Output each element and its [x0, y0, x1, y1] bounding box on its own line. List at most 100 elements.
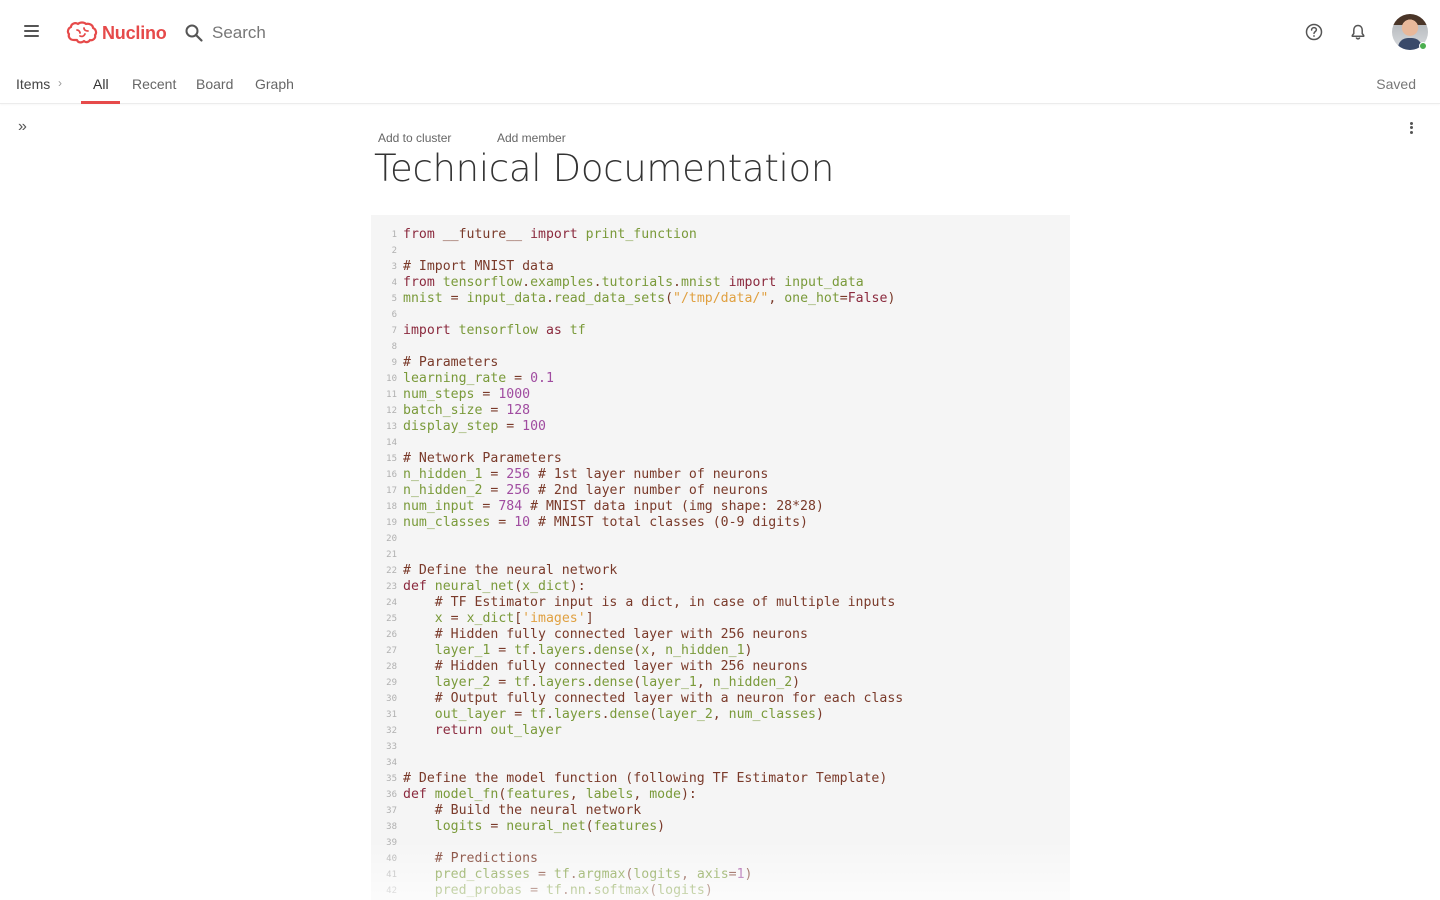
- code-token: # Define the neural network: [403, 563, 618, 578]
- bell-icon[interactable]: [1348, 22, 1368, 42]
- line-number: 41: [386, 870, 397, 880]
- menu-icon[interactable]: [22, 22, 42, 42]
- code-token: layers: [538, 675, 586, 690]
- nuclino-logo[interactable]: Nuclino: [66, 18, 167, 48]
- code-token: layer_2: [657, 707, 713, 722]
- line-number: 26: [386, 630, 397, 640]
- add-member-button[interactable]: Add member: [497, 131, 566, 145]
- line-number: 12: [386, 406, 397, 416]
- code-token: read_data_sets: [553, 291, 666, 306]
- code-token: import: [403, 323, 451, 338]
- line-number: 7: [391, 326, 397, 336]
- code-line: 10 learning_rate = 0.1: [371, 371, 1070, 387]
- code-line: 35 # Define the model function (following…: [371, 771, 1070, 787]
- code-token: num_classes: [403, 515, 491, 530]
- code-token: def: [403, 787, 427, 802]
- code-token: ): [657, 819, 666, 834]
- code-token: tf: [514, 675, 531, 690]
- line-number: 5: [391, 294, 397, 304]
- code-block[interactable]: 1 from __future__ import print_function 2 3…: [371, 215, 1070, 900]
- code-token: import: [530, 227, 578, 242]
- expand-sidebar-icon[interactable]: »: [18, 118, 36, 136]
- code-line: 17 n_hidden_2 = 256 # 2nd layer number of…: [371, 483, 1070, 499]
- code-token: =: [538, 867, 546, 882]
- search-bar[interactable]: [184, 20, 472, 46]
- code-line: 13 display_step = 100: [371, 419, 1070, 435]
- breadcrumb-items[interactable]: Items: [16, 76, 50, 92]
- code-token: # Output fully connected layer with a ne…: [434, 691, 904, 706]
- code-token: 1: [736, 867, 745, 882]
- code-token: ]: [585, 611, 594, 626]
- code-line: 37 # Build the neural network: [371, 803, 1070, 819]
- code-token: ,: [633, 787, 650, 802]
- add-to-cluster-button[interactable]: Add to cluster: [378, 131, 451, 145]
- code-token: .: [585, 643, 594, 658]
- code-token: model_fn: [434, 787, 499, 802]
- more-options-icon[interactable]: [1404, 120, 1418, 136]
- code-token: ): [792, 675, 801, 690]
- code-token: print_function: [585, 227, 697, 242]
- code-token: 256: [506, 467, 531, 482]
- code-line: 12 batch_size = 128: [371, 403, 1070, 419]
- code-token: from: [403, 275, 435, 290]
- code-token: # Define the model function (following T…: [403, 771, 888, 786]
- code-token: ):: [569, 579, 586, 594]
- code-line: 22 # Define the neural network: [371, 563, 1070, 579]
- code-line: 29 layer_2 = tf.layers.dense(layer_1, n_…: [371, 675, 1070, 691]
- code-token: ): [887, 291, 896, 306]
- tab-board[interactable]: Board: [196, 76, 233, 92]
- help-circle-icon[interactable]: [1304, 22, 1324, 42]
- code-token: neural_net: [434, 579, 515, 594]
- code-token: (: [514, 579, 523, 594]
- line-number: 34: [386, 758, 397, 768]
- code-token: mnist: [403, 291, 443, 306]
- code-token: examples: [530, 275, 594, 290]
- code-line: 28 # Hidden fully connected layer with 2…: [371, 659, 1070, 675]
- code-token: # Predictions: [434, 851, 538, 866]
- code-token: n_hidden_2: [403, 483, 483, 498]
- code-token: .: [561, 883, 570, 898]
- code-token: def: [403, 579, 427, 594]
- code-token: num_classes: [728, 707, 816, 722]
- code-token: return: [434, 723, 483, 738]
- code-line: 25 x = x_dict['images']: [371, 611, 1070, 627]
- tab-recent[interactable]: Recent: [132, 76, 176, 92]
- code-token: softmax: [593, 883, 650, 898]
- code-line: 38 logits = neural_net(features): [371, 819, 1070, 835]
- code-line: 36 def model_fn(features, labels, mode):: [371, 787, 1070, 803]
- search-input[interactable]: [212, 23, 472, 43]
- code-line: 6: [371, 307, 1070, 323]
- tab-all[interactable]: All: [93, 76, 109, 92]
- line-number: 13: [386, 422, 397, 432]
- chevron-right-icon: ›: [58, 76, 62, 90]
- code-line: 39: [371, 835, 1070, 851]
- line-number: 6: [391, 310, 397, 320]
- code-token: axis: [696, 867, 729, 882]
- code-token: ): [816, 707, 824, 722]
- code-token: ,: [569, 787, 586, 802]
- code-token: dense: [593, 643, 634, 658]
- code-token: layers: [553, 707, 602, 722]
- line-number: 35: [386, 774, 397, 784]
- page-title[interactable]: Technical Documentation: [374, 147, 834, 190]
- line-number: 32: [386, 726, 397, 736]
- line-number: 42: [386, 886, 397, 896]
- code-token: 1000: [498, 387, 531, 402]
- code-token: labels: [585, 787, 634, 802]
- code-token: tf: [514, 643, 531, 658]
- code-line: 31 out_layer = tf.layers.dense(layer_2, …: [371, 707, 1070, 723]
- code-line: 20: [371, 531, 1070, 547]
- tab-graph[interactable]: Graph: [255, 76, 294, 92]
